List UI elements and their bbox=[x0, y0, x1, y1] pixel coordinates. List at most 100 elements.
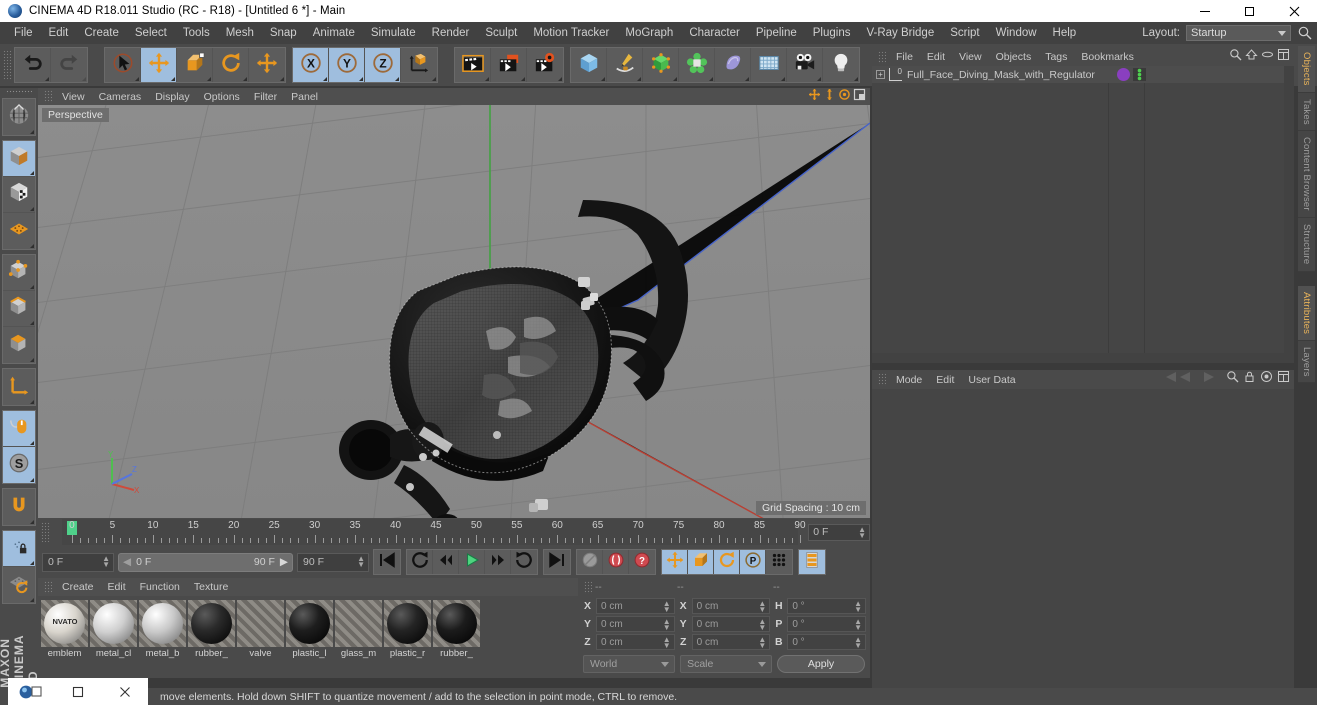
close-icon[interactable] bbox=[101, 678, 148, 705]
spinner-icon[interactable]: ▲ ▼ bbox=[102, 554, 110, 568]
add-generator-button[interactable] bbox=[643, 48, 679, 82]
viewport-menu-options[interactable]: Options bbox=[197, 90, 247, 104]
menu-simulate[interactable]: Simulate bbox=[363, 24, 424, 42]
object-menu-file[interactable]: File bbox=[889, 50, 920, 64]
move-button[interactable] bbox=[141, 48, 177, 82]
search-icon[interactable] bbox=[1226, 370, 1239, 389]
add-camera-button[interactable] bbox=[787, 48, 823, 82]
menu-script[interactable]: Script bbox=[942, 24, 987, 42]
material-menu-texture[interactable]: Texture bbox=[187, 580, 235, 594]
attributes-menu-user-data[interactable]: User Data bbox=[961, 373, 1022, 387]
minimize-button[interactable] bbox=[1182, 0, 1227, 22]
layout-icon[interactable] bbox=[1277, 370, 1290, 389]
move-alt-button[interactable] bbox=[249, 48, 285, 82]
menu-character[interactable]: Character bbox=[681, 24, 748, 42]
menu-file[interactable]: File bbox=[6, 24, 41, 42]
menu-help[interactable]: Help bbox=[1045, 24, 1085, 42]
add-floor-button[interactable] bbox=[751, 48, 787, 82]
start-frame-field[interactable]: 0 F ▲ ▼ bbox=[42, 552, 114, 572]
viewport-menu-view[interactable]: View bbox=[55, 90, 92, 104]
object-manager-body[interactable]: + 0 Full_Face_Diving_Mask_with_Regulator bbox=[872, 66, 1294, 363]
position-x-input[interactable]: 0 cm ▲ ▼ bbox=[596, 598, 675, 614]
material-item[interactable]: metal_cl bbox=[90, 600, 137, 660]
history-arrows-icon[interactable] bbox=[1162, 370, 1222, 389]
material-item[interactable]: plastic_l bbox=[286, 600, 333, 660]
object-manager-scrollbar[interactable] bbox=[1284, 66, 1294, 363]
expand-toggle-icon[interactable]: + bbox=[876, 70, 885, 79]
spinner-icon[interactable]: ▲ ▼ bbox=[663, 636, 671, 650]
scale-button[interactable] bbox=[177, 48, 213, 82]
object-row[interactable]: + 0 Full_Face_Diving_Mask_with_Regulator bbox=[872, 66, 1294, 83]
perspective-viewport[interactable]: View Cameras Display Options Filter Panel Per… bbox=[38, 88, 870, 518]
home-icon[interactable] bbox=[1245, 48, 1258, 66]
edge-tab-objects[interactable]: Objects bbox=[1298, 46, 1315, 93]
material-swatch[interactable] bbox=[237, 600, 284, 647]
layout-dropdown[interactable]: Startup bbox=[1186, 25, 1291, 41]
material-swatch[interactable] bbox=[139, 600, 186, 647]
spinner-icon[interactable]: ▲ ▼ bbox=[758, 636, 766, 650]
preview-range-slider[interactable]: ◀ 0 F 90 F ▶ bbox=[118, 552, 293, 572]
align-workplane-button[interactable] bbox=[3, 567, 35, 603]
previous-key-button[interactable] bbox=[407, 550, 433, 574]
material-item[interactable]: glass_m bbox=[335, 600, 382, 660]
material-item[interactable]: rubber_ bbox=[188, 600, 235, 660]
rotation-key-button[interactable] bbox=[714, 550, 740, 574]
object-menu-edit[interactable]: Edit bbox=[920, 50, 952, 64]
size-x-input[interactable]: 0 cm ▲ ▼ bbox=[691, 598, 771, 614]
position-z-input[interactable]: 0 cm ▲ ▼ bbox=[596, 634, 675, 650]
menu-tools[interactable]: Tools bbox=[175, 24, 218, 42]
edge-tab-structure[interactable]: Structure bbox=[1298, 218, 1315, 272]
attributes-body[interactable] bbox=[872, 389, 1294, 688]
workplane-button[interactable] bbox=[3, 213, 35, 249]
render-settings-button[interactable] bbox=[527, 48, 563, 82]
menu-mograph[interactable]: MoGraph bbox=[617, 24, 681, 42]
close-button[interactable] bbox=[1272, 0, 1317, 22]
spinner-icon[interactable]: ▲ ▼ bbox=[758, 618, 766, 632]
rotate-button[interactable] bbox=[213, 48, 249, 82]
menu-window[interactable]: Window bbox=[988, 24, 1045, 42]
c4d-app-icon[interactable] bbox=[8, 678, 55, 705]
enable-axis-button[interactable]: S bbox=[3, 447, 35, 484]
spinner-icon[interactable]: ▲ ▼ bbox=[663, 600, 671, 614]
viewport-solo-button[interactable] bbox=[3, 411, 35, 448]
point-level-animation-button[interactable] bbox=[766, 550, 792, 574]
step-back-button[interactable] bbox=[433, 550, 459, 574]
menu-sculpt[interactable]: Sculpt bbox=[477, 24, 525, 42]
material-item[interactable]: NVATO emblem bbox=[41, 600, 88, 660]
spinner-icon[interactable]: ▲ ▼ bbox=[663, 618, 671, 632]
timeline-grip[interactable] bbox=[41, 522, 50, 542]
object-manager-hscrollbar[interactable] bbox=[872, 353, 1294, 363]
viewport-menu-filter[interactable]: Filter bbox=[247, 90, 284, 104]
go-to-start-button[interactable] bbox=[374, 550, 400, 574]
spinner-icon[interactable]: ▲ ▼ bbox=[357, 554, 365, 568]
spinner-icon[interactable]: ▲ ▼ bbox=[758, 600, 766, 614]
viewport-menu-cameras[interactable]: Cameras bbox=[92, 90, 149, 104]
world-object-button[interactable] bbox=[401, 48, 437, 82]
material-swatch[interactable]: NVATO bbox=[41, 600, 88, 647]
model-mode-button[interactable] bbox=[3, 141, 35, 178]
rotation-b-input[interactable]: 0 ° ▲ ▼ bbox=[787, 634, 867, 650]
viewport-menu-display[interactable]: Display bbox=[148, 90, 196, 104]
edge-tab-attributes[interactable]: Attributes bbox=[1298, 285, 1315, 341]
material-swatch[interactable] bbox=[433, 600, 480, 647]
texture-mode-button[interactable] bbox=[3, 177, 35, 214]
viewport-menu-panel[interactable]: Panel bbox=[284, 90, 325, 104]
lock-x-button[interactable]: X bbox=[293, 48, 329, 82]
dolly-icon[interactable] bbox=[823, 88, 836, 106]
material-swatch[interactable] bbox=[384, 600, 431, 647]
menu-snap[interactable]: Snap bbox=[262, 24, 305, 42]
parameter-key-button[interactable]: P bbox=[740, 550, 766, 574]
material-swatch[interactable] bbox=[335, 600, 382, 647]
material-item[interactable]: metal_b bbox=[139, 600, 186, 660]
make-editable-button[interactable] bbox=[3, 99, 35, 135]
spinner-icon[interactable]: ▲ ▼ bbox=[854, 618, 862, 632]
add-deformer-button[interactable] bbox=[679, 48, 715, 82]
material-item[interactable]: rubber_ bbox=[433, 600, 480, 660]
rotation-h-input[interactable]: 0 ° ▲ ▼ bbox=[787, 598, 867, 614]
orbit-icon[interactable] bbox=[838, 88, 851, 106]
maximize-button[interactable] bbox=[1227, 0, 1272, 22]
polygons-mode-button[interactable] bbox=[3, 327, 35, 363]
material-menu-function[interactable]: Function bbox=[133, 580, 187, 594]
layout-icon[interactable] bbox=[1277, 48, 1290, 66]
play-button[interactable] bbox=[459, 550, 485, 574]
